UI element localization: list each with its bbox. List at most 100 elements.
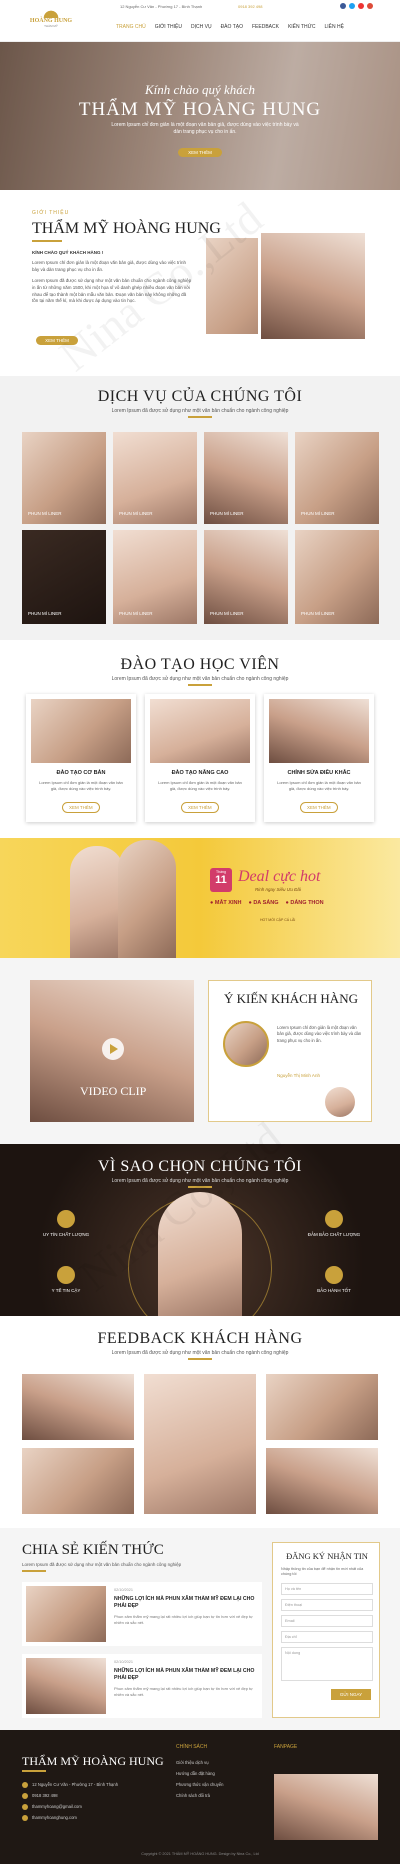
facebook-icon[interactable]: [340, 3, 346, 9]
footer-email-row: thammyhoang@gmail.com: [22, 1802, 118, 1813]
promo-banner[interactable]: Tháng 11 Deal cực hot Rinh ngay Siêu Ưu …: [0, 838, 400, 958]
knowledge-title: CHIA SẺ KIẾN THỨC: [22, 1542, 164, 1558]
opinion-thumb[interactable]: [325, 1087, 355, 1117]
course-card[interactable]: ĐÀO TẠO NÂNG CAO Lorem Ipsum chỉ đơn giả…: [145, 694, 255, 822]
training-ornament: [188, 684, 212, 686]
course-button[interactable]: XEM THÊM: [62, 802, 100, 813]
footer: THẨM MỸ HOÀNG HUNG 12 Nguyễn Cư Văn - Ph…: [0, 1730, 400, 1864]
promo-model-2: [118, 840, 176, 958]
hero-text: Lorem Ipsum chỉ đơn giản là một đoạn văn…: [111, 122, 299, 135]
footer-phone[interactable]: 0918 392 498: [32, 1793, 58, 1798]
name-field[interactable]: Họ và tên: [281, 1583, 373, 1595]
social-icons: [340, 3, 373, 9]
logo[interactable]: HOÀNG HUNG THẨM MỸ: [28, 4, 74, 38]
lotus-icon: [40, 4, 62, 18]
twitter-icon[interactable]: [349, 3, 355, 9]
youtube-icon[interactable]: [358, 3, 364, 9]
nav-item-services[interactable]: DỊCH VỤ: [191, 24, 212, 30]
post-title: NHỮNG LỢI ÍCH MÀ PHUN XĂM THẨM MỸ ĐEM LẠ…: [114, 1668, 255, 1681]
course-text: Lorem Ipsum chỉ đơn giản là một đoạn văn…: [158, 780, 242, 791]
service-card[interactable]: PHUN MÍ LINER: [22, 432, 106, 524]
service-card[interactable]: PHUN MÍ LINER: [204, 530, 288, 624]
post-text: Phun xăm thẩm mỹ mang lại rất nhiều lợi …: [114, 1686, 253, 1697]
about-kicker: GIỚI THIỆU: [32, 210, 70, 216]
post-title: NHỮNG LỢI ÍCH MÀ PHUN XĂM THẨM MỸ ĐEM LẠ…: [114, 1596, 255, 1609]
phone-icon: [22, 1792, 28, 1799]
service-card[interactable]: PHUN MÍ LINER: [113, 432, 197, 524]
video-opinion-section: VIDEO CLIP Ý KIẾN KHÁCH HÀNG Lorem Ipsum…: [0, 958, 400, 1144]
post-item[interactable]: 02/10/2021 NHỮNG LỢI ÍCH MÀ PHUN XĂM THẨ…: [22, 1654, 262, 1718]
post-text: Phun xăm thẩm mỹ mang lại rất nhiều lợi …: [114, 1614, 253, 1625]
course-card[interactable]: ĐÀO TẠO CƠ BẢN Lorem Ipsum chỉ đơn giản …: [26, 694, 136, 822]
nav-item-contact[interactable]: LIÊN HỆ: [324, 24, 343, 30]
play-icon[interactable]: [102, 1038, 124, 1060]
services-ornament: [188, 416, 212, 418]
policy-link[interactable]: Hướng dẫn đặt hàng: [176, 1769, 223, 1780]
message-field[interactable]: Nội dung: [281, 1647, 373, 1681]
policy-link[interactable]: Giới thiệu dịch vụ: [176, 1758, 223, 1769]
services-section: DỊCH VỤ CỦA CHÚNG TÔI Lorem Ipsum đã đượ…: [0, 376, 400, 640]
nav-item-about[interactable]: GIỚI THIỆU: [155, 24, 182, 30]
feedback-photo-large[interactable]: [144, 1374, 256, 1514]
hero-script: Kính chào quý khách: [144, 82, 256, 97]
post-date: 02/10/2021: [114, 1588, 134, 1592]
topbar-address: 12 Nguyễn Cư Văn - Phường 17 - Bình Thạn…: [120, 4, 203, 9]
promo-item: ● MẮT XINH: [210, 900, 242, 906]
why-title: VÌ SAO CHỌN CHÚNG TÔI: [98, 1158, 302, 1175]
footer-email[interactable]: thammyhoang@gmail.com: [32, 1804, 82, 1809]
promo-month: 11: [215, 874, 227, 886]
nav-item-knowledge[interactable]: KIẾN THỨC: [288, 24, 316, 30]
subscribe-button[interactable]: GỬI NGAY: [331, 1689, 371, 1700]
policy-title: CHÍNH SÁCH: [176, 1744, 208, 1750]
opinion-box: Ý KIẾN KHÁCH HÀNG Lorem Ipsum chỉ đơn gi…: [208, 980, 372, 1122]
google-icon[interactable]: [367, 3, 373, 9]
main-nav: TRANG CHỦ GIỚI THIỆU DỊCH VỤ ĐÀO TẠO FEE…: [116, 24, 344, 30]
feedback-photo[interactable]: [22, 1448, 134, 1514]
service-card[interactable]: PHUN MÍ LINER: [295, 432, 379, 524]
service-card[interactable]: PHUN MÍ LINER: [22, 530, 106, 624]
why-item: BẢO HÀNH TỐT: [304, 1266, 364, 1293]
course-card[interactable]: CHỈNH SỬA ĐIÊU KHẮC Lorem Ipsum chỉ đơn …: [264, 694, 374, 822]
policy-link[interactable]: Phương thức vận chuyển: [176, 1780, 223, 1791]
service-card[interactable]: PHUN MÍ LINER: [113, 530, 197, 624]
service-card[interactable]: PHUN MÍ LINER: [204, 432, 288, 524]
nav-item-training[interactable]: ĐÀO TẠO: [221, 24, 243, 30]
footer-web[interactable]: thammyhoanghung.com: [32, 1815, 77, 1820]
policy-link[interactable]: Chính sách đổi trả: [176, 1791, 223, 1802]
feedback-photo[interactable]: [266, 1448, 378, 1514]
services-subtitle: Lorem Ipsum đã được sử dụng như một văn …: [111, 408, 289, 414]
subscribe-text: Nhập thông tin của bạn để nhận tin mới n…: [281, 1567, 364, 1577]
promo-item-label: DA SÁNG: [253, 900, 279, 906]
services-title: DỊCH VỤ CỦA CHÚNG TÔI: [97, 388, 303, 405]
feedback-photo[interactable]: [22, 1374, 134, 1440]
service-label: PHUN MÍ LINER: [301, 611, 335, 616]
about-button[interactable]: XEM THÊM: [36, 336, 78, 345]
opinion-avatar: [223, 1021, 269, 1067]
feedback-photo[interactable]: [266, 1374, 378, 1440]
address-field[interactable]: Địa chỉ: [281, 1631, 373, 1643]
promo-footnote: HOT MỚI CẬP CÁ LÃI: [260, 918, 296, 922]
phone-field[interactable]: Điện thoại: [281, 1599, 373, 1611]
medical-icon: [57, 1266, 75, 1284]
service-card[interactable]: PHUN MÍ LINER: [295, 530, 379, 624]
nav-item-home[interactable]: TRANG CHỦ: [116, 24, 146, 30]
service-label: PHUN MÍ LINER: [119, 511, 153, 516]
course-button[interactable]: XEM THÊM: [181, 802, 219, 813]
hero-button[interactable]: XEM THÊM: [178, 148, 222, 157]
subscribe-box: ĐĂNG KÝ NHẬN TIN Nhập thông tin của bạn …: [272, 1542, 380, 1718]
email-field[interactable]: Email: [281, 1615, 373, 1627]
nav-item-feedback[interactable]: FEEDBACK: [252, 24, 279, 30]
about-divider: [32, 240, 62, 242]
promo-item-label: MẮT XINH: [214, 900, 242, 906]
why-item-label: Y TẾ TIN CẬY: [51, 1288, 81, 1293]
course-button[interactable]: XEM THÊM: [300, 802, 338, 813]
post-item[interactable]: 02/10/2021 NHỮNG LỢI ÍCH MÀ PHUN XĂM THẨ…: [22, 1582, 262, 1646]
about-paragraph-2: Lorem Ipsum đã được sử dụng như một văn …: [32, 278, 192, 304]
opinion-text: Lorem Ipsum chỉ đơn giản là một đoạn văn…: [277, 1025, 362, 1043]
promo-item: ● DA SÁNG: [248, 900, 279, 906]
video-player[interactable]: VIDEO CLIP: [30, 980, 194, 1122]
fanpage-image[interactable]: [274, 1774, 378, 1840]
course-title: ĐÀO TẠO NÂNG CAO: [171, 770, 229, 776]
promo-items: ● MẮT XINH ● DA SÁNG ● DÁNG THON: [210, 900, 324, 906]
why-ornament: [188, 1186, 212, 1188]
